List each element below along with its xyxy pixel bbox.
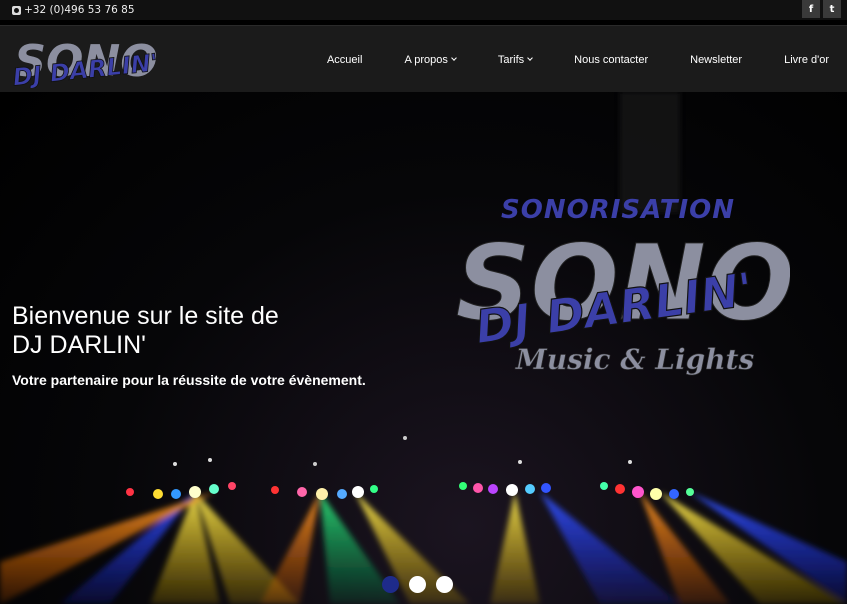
menu-item-nous-contacter[interactable]: Nous contacter bbox=[574, 54, 648, 66]
site-logo[interactable]: SONO DJ DARLIN' bbox=[12, 36, 160, 88]
brand-top-text: SONORISATION bbox=[501, 195, 735, 225]
hero-title-line-2: DJ DARLIN' bbox=[12, 331, 146, 359]
menu-label: Accueil bbox=[326, 53, 363, 66]
phone-icon bbox=[12, 5, 21, 15]
slider-pagination bbox=[382, 576, 453, 593]
slider-dot-1[interactable] bbox=[382, 576, 399, 593]
chevron-down-icon bbox=[527, 55, 533, 61]
main-menu: Accueil A propos Tarifs Nous contacter N… bbox=[285, 26, 829, 93]
hero-subtitle: Votre partenaire pour la réussite de vot… bbox=[12, 372, 366, 388]
main-navbar: SONO DJ DARLIN' Accueil A propos Tarifs … bbox=[0, 25, 847, 92]
menu-item-livre-dor[interactable]: Livre d'or bbox=[784, 54, 829, 66]
hero-slider: SONORISATION SONO DJ DARLIN' Music & Lig… bbox=[0, 92, 847, 604]
menu-label: Livre d'or bbox=[784, 53, 829, 66]
social-links: f t bbox=[802, 0, 841, 18]
top-bar: +32 (0)496 53 76 85 f t bbox=[0, 0, 847, 20]
hero-title-line-1: Bienvenue sur le site de bbox=[12, 302, 279, 330]
menu-item-a-propos[interactable]: A propos bbox=[404, 53, 457, 66]
menu-label: Nous contacter bbox=[574, 53, 649, 66]
hero-brand-logo: SONORISATION SONO DJ DARLIN' Music & Lig… bbox=[455, 195, 790, 376]
phone-number: +32 (0)496 53 76 85 bbox=[24, 4, 135, 16]
menu-item-accueil[interactable]: Accueil bbox=[327, 54, 362, 66]
facebook-icon[interactable]: f bbox=[802, 0, 820, 18]
menu-label: Newsletter bbox=[690, 53, 743, 66]
chevron-down-icon bbox=[451, 55, 457, 61]
menu-item-newsletter[interactable]: Newsletter bbox=[690, 54, 742, 66]
slider-dot-2[interactable] bbox=[409, 576, 426, 593]
twitter-icon[interactable]: t bbox=[823, 0, 841, 18]
menu-label: A propos bbox=[404, 53, 448, 66]
hero-title: Bienvenue sur le site de DJ DARLIN' bbox=[12, 302, 372, 360]
menu-item-tarifs[interactable]: Tarifs bbox=[497, 53, 533, 66]
slider-dot-3[interactable] bbox=[436, 576, 453, 593]
phone-contact[interactable]: +32 (0)496 53 76 85 bbox=[12, 4, 135, 16]
brand-bottom-text: Music & Lights bbox=[515, 343, 755, 376]
menu-label: Tarifs bbox=[497, 53, 525, 66]
